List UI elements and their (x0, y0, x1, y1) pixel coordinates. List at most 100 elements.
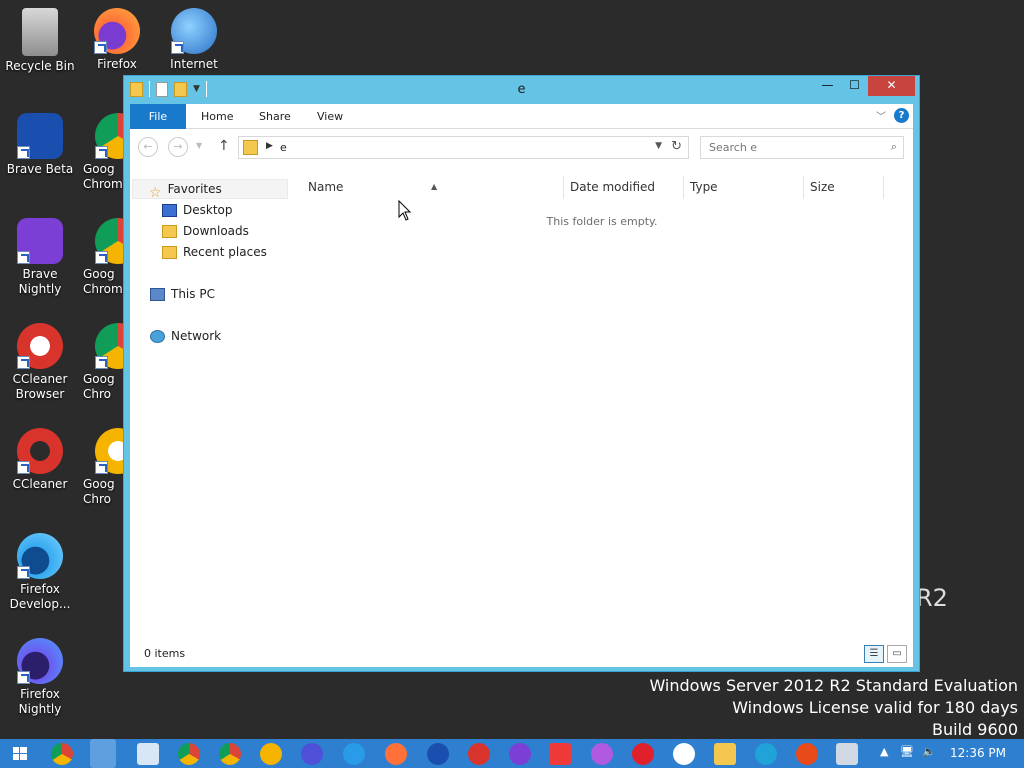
chrome-beta-icon[interactable] (178, 743, 200, 765)
chevron-down-icon[interactable]: ﹀ (876, 108, 886, 123)
column-header-name[interactable]: ▲ Name (292, 176, 564, 199)
nav-item-label: Network (171, 329, 222, 343)
address-bar[interactable]: ▶ e ▼ ↻ (238, 136, 689, 159)
chrome-canary-icon[interactable] (260, 743, 282, 765)
nav-item-this-pc[interactable]: This PC (150, 284, 215, 304)
explorer-body: File Home Share View ﹀ ? ← → ▼ ↑ ▶ e ▼ ↻ (130, 104, 913, 667)
nav-item-label: This PC (171, 287, 215, 301)
desktop-icon-label: Brave Nightly (18, 267, 62, 296)
window-controls: — ☐ ✕ (814, 76, 915, 96)
brave-icon[interactable] (796, 743, 818, 765)
desktop-icon-chrome[interactable]: Goog Chro (77, 323, 127, 402)
chevron-down-icon[interactable]: ▼ (655, 141, 662, 151)
desktop-icon-firefox-developer[interactable]: Firefox Develop... (0, 533, 80, 612)
breadcrumb-arrow-icon[interactable]: ▶ (266, 141, 273, 151)
forward-button[interactable]: → (168, 137, 188, 157)
desktop-icon-label: CCleaner Browser (12, 372, 68, 401)
desktop-icon-label: Firefox Nightly (18, 687, 62, 716)
desktop-icon-ccleaner-browser[interactable]: CCleaner Browser (0, 323, 80, 402)
volume-muted-icon[interactable]: 🔈 (922, 745, 936, 758)
file-explorer-icon[interactable] (90, 739, 116, 768)
files-icon[interactable] (714, 743, 736, 765)
recent-locations-button[interactable]: ▼ (196, 141, 202, 150)
brave-beta-icon[interactable] (427, 743, 449, 765)
large-icons-view-icon[interactable]: ▭ (887, 645, 907, 663)
watermark-license: Windows License valid for 180 days (732, 698, 1018, 717)
column-header-type[interactable]: Type (684, 176, 804, 199)
desktop-icon-firefox[interactable]: Firefox (77, 8, 157, 72)
refresh-icon[interactable]: ↻ (671, 139, 682, 154)
up-button[interactable]: ↑ (218, 138, 230, 154)
opera-gx-icon[interactable] (591, 743, 613, 765)
desktop-icon-label: Goog Chro (83, 477, 115, 506)
start-button[interactable] (0, 739, 40, 768)
desktop-icon-label: Firefox Develop... (9, 582, 71, 611)
internet-download-manager-icon (171, 8, 217, 54)
network-tray-icon[interactable]: 🖥 (900, 745, 914, 758)
nav-item-recent-places[interactable]: Recent places (162, 242, 267, 262)
breadcrumb[interactable]: e (280, 141, 287, 154)
folder-icon (243, 140, 258, 155)
yandex-icon[interactable] (673, 743, 695, 765)
clock[interactable]: 12:36 PM (936, 746, 1006, 760)
desktop-icon-brave-nightly[interactable]: Brave Nightly (0, 218, 80, 297)
search-box[interactable]: ⌕ (700, 136, 904, 159)
desktop-icon-recycle-bin[interactable]: Recycle Bin (0, 8, 80, 74)
search-icon[interactable]: ⌕ (891, 140, 897, 154)
downloads-icon (162, 224, 177, 238)
tab-view[interactable]: View (317, 104, 343, 129)
search-input[interactable] (709, 141, 879, 154)
nav-item-desktop[interactable]: Desktop (162, 200, 233, 220)
computer-icon (150, 287, 165, 301)
tab-home[interactable]: Home (201, 104, 233, 129)
title-bar[interactable]: ▼ e — ☐ ✕ (124, 76, 919, 103)
firefox-icon[interactable] (385, 743, 407, 765)
desktop-icon-chrome-beta[interactable]: Goog Chrome (77, 113, 127, 192)
nav-item-network[interactable]: Network (150, 326, 221, 346)
chrome-dev-icon[interactable] (219, 743, 241, 765)
desktop-icon-chrome-dev[interactable]: Goog Chrom (77, 218, 127, 297)
desktop-icon-internet[interactable]: Internet (154, 8, 234, 72)
desktop-icon-chrome-canary[interactable]: Goog Chro (77, 428, 127, 507)
brave-nightly-icon (17, 218, 63, 264)
close-button[interactable]: ✕ (868, 76, 915, 96)
desktop-icon-label: Goog Chrome (83, 162, 127, 191)
sort-arrow-icon: ▲ (431, 182, 438, 191)
ccleaner-browser-icon[interactable] (468, 743, 490, 765)
nav-item-label: Recent places (183, 245, 267, 259)
notepad-icon[interactable] (137, 743, 159, 765)
edge-icon[interactable] (755, 743, 777, 765)
watermark-build: Build 9600 (932, 720, 1018, 739)
maximize-button[interactable]: ☐ (841, 76, 868, 96)
nav-item-label: Desktop (183, 203, 233, 217)
nav-item-favorites[interactable]: ☆ Favorites (132, 179, 288, 201)
server-manager-icon[interactable] (836, 743, 858, 765)
system-tray: ▲ 🖥 🔈 12:36 PM (864, 739, 1024, 768)
brave-nightly-icon[interactable] (509, 743, 531, 765)
ccleaner-browser-icon (17, 323, 63, 369)
column-header-size[interactable]: Size (804, 176, 884, 199)
tab-file[interactable]: File (130, 104, 186, 129)
help-icon[interactable]: ? (894, 108, 909, 123)
recent-places-icon (162, 245, 177, 259)
details-view-icon[interactable]: ☰ (864, 645, 884, 663)
show-hidden-icons-icon[interactable]: ▲ (880, 745, 888, 758)
desktop-icon (162, 203, 177, 217)
chrome-icon[interactable] (51, 743, 73, 765)
back-button[interactable]: ← (138, 137, 158, 157)
desktop-icon-firefox-nightly[interactable]: Firefox Nightly (0, 638, 80, 717)
nav-item-downloads[interactable]: Downloads (162, 221, 249, 241)
column-label: Type (690, 180, 718, 194)
column-header-date-modified[interactable]: Date modified (564, 176, 684, 199)
opera-icon[interactable] (632, 743, 654, 765)
empty-folder-message: This folder is empty. (546, 215, 658, 228)
desktop-icon-brave-beta[interactable]: Brave Beta (0, 113, 80, 177)
firefox-developer-icon[interactable] (343, 743, 365, 765)
view-switcher: ☰ ▭ (864, 645, 907, 663)
desktop-icon-ccleaner[interactable]: CCleaner (0, 428, 80, 492)
firefox-nightly-icon[interactable] (301, 743, 323, 765)
minimize-button[interactable]: — (814, 76, 841, 96)
vivaldi-icon[interactable] (549, 743, 571, 765)
window-title: e (517, 82, 526, 97)
tab-share[interactable]: Share (259, 104, 291, 129)
